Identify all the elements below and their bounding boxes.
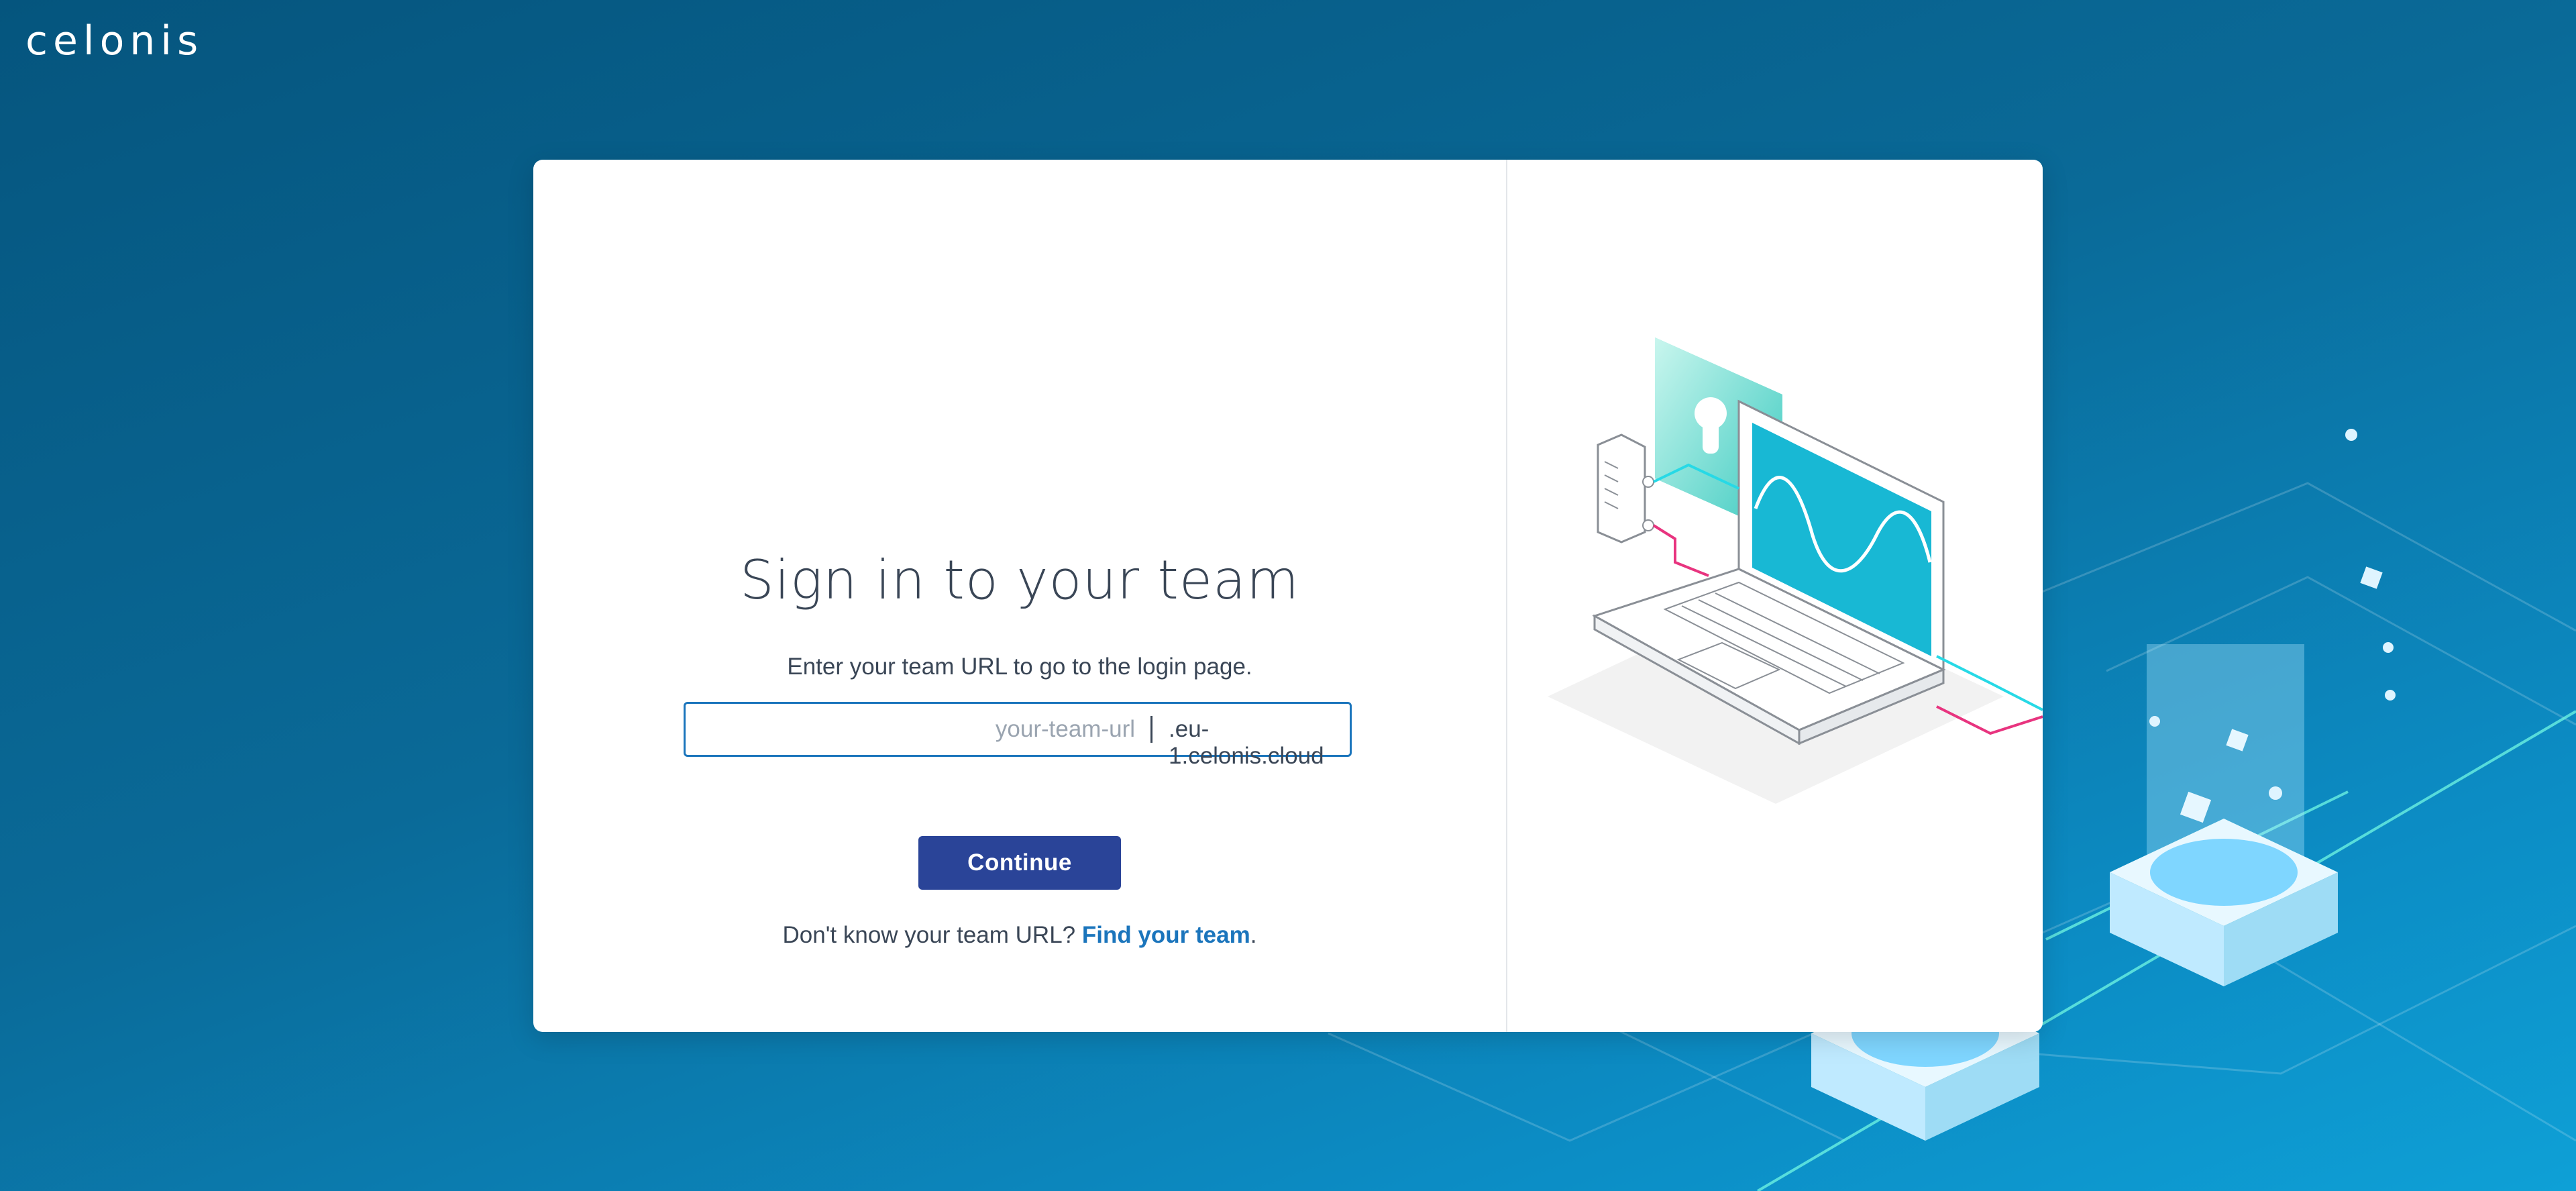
text-caret bbox=[1150, 716, 1152, 743]
login-form-panel: Sign in to your team Enter your team URL… bbox=[533, 160, 1506, 1032]
celonis-logo: celonis bbox=[25, 17, 204, 64]
team-url-domain-suffix: .eu-1.celonis.cloud bbox=[1169, 716, 1324, 769]
find-your-team-link[interactable]: Find your team bbox=[1082, 922, 1250, 948]
help-suffix-text: . bbox=[1250, 922, 1257, 948]
find-team-help: Don't know your team URL? Find your team… bbox=[533, 922, 1506, 949]
illustration-panel bbox=[1507, 160, 2043, 1032]
continue-button[interactable]: Continue bbox=[918, 836, 1121, 890]
help-prefix-text: Don't know your team URL? bbox=[782, 922, 1082, 948]
login-page: celonis Sign in to your team Enter your … bbox=[0, 0, 2576, 1191]
page-subtitle: Enter your team URL to go to the login p… bbox=[787, 654, 1252, 680]
team-url-field[interactable]: .eu-1.celonis.cloud bbox=[684, 702, 1352, 769]
team-url-input[interactable] bbox=[686, 704, 1142, 755]
page-title: Sign in to your team bbox=[739, 549, 1300, 611]
login-card: Sign in to your team Enter your team URL… bbox=[533, 160, 2043, 1032]
laptop-security-illustration-icon bbox=[1548, 338, 2043, 804]
